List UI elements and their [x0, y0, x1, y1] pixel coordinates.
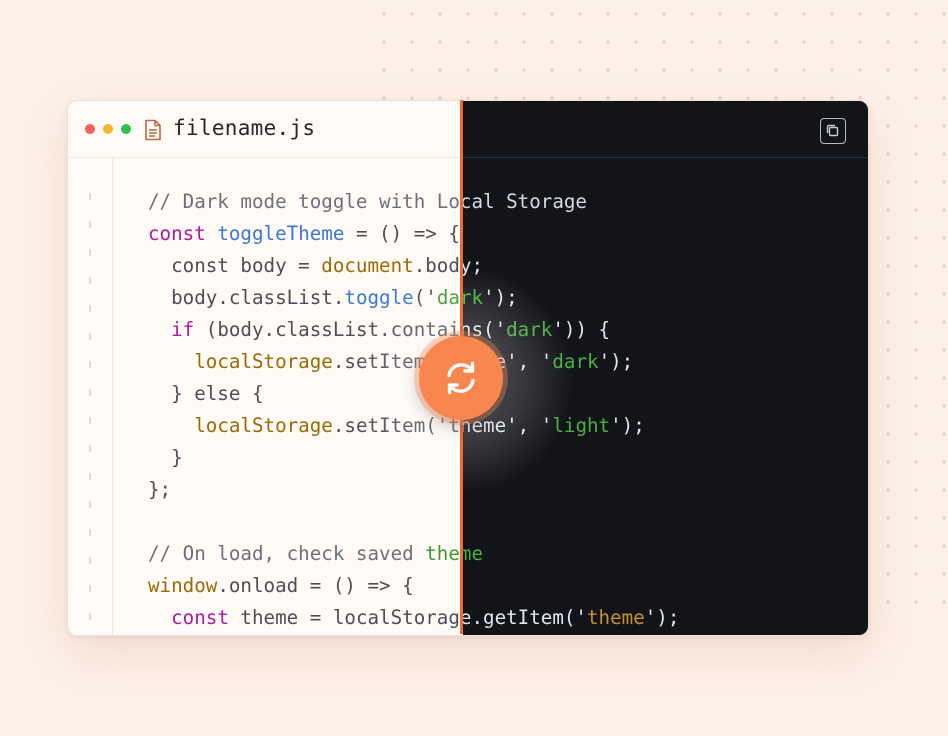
- code-token: const: [148, 222, 206, 245]
- code-line: } else {: [148, 382, 264, 405]
- code-token: toggleTheme: [217, 222, 345, 245]
- minimize-window-dot[interactable]: [103, 124, 113, 134]
- code-token: theme: [425, 542, 463, 565]
- code-line: }: [148, 446, 183, 469]
- code-line: const body = document.body;: [148, 254, 463, 277]
- code-token: dark: [552, 350, 599, 373]
- gutter-mark: [89, 221, 91, 228]
- code-token: localStorage: [194, 350, 333, 373]
- code-line: // Dark mode toggle with Local Storage: [463, 190, 587, 213]
- code-token: dark: [506, 318, 553, 341]
- gutter-mark: [89, 417, 91, 424]
- code-token: window: [148, 574, 218, 597]
- code-block-dark: // Dark mode toggle with Local Storage c…: [463, 186, 679, 634]
- code-line: const body = document.body;: [463, 254, 483, 277]
- code-line: };: [148, 478, 171, 501]
- window-titlebar: filename.js: [68, 101, 463, 158]
- code-token: = () => {: [344, 222, 460, 245]
- code-line: body.classList.toggle('dark');: [148, 286, 463, 309]
- file-icon: [144, 119, 162, 141]
- code-token: const body =: [148, 254, 322, 277]
- code-line: if (body.classList.contains('dark')) {: [463, 318, 610, 341]
- code-token: // Dark mode toggle with Local Storage: [463, 190, 587, 213]
- gutter-mark: [89, 529, 91, 536]
- code-token: ');: [644, 606, 680, 629]
- gutter-mark: [89, 585, 91, 592]
- code-line: const theme = localStorage.getItem('them…: [463, 606, 679, 629]
- code-token: } else {: [148, 382, 264, 405]
- code-token: ');: [598, 350, 634, 373]
- code-line: const theme = localStorage.getItem('them…: [148, 606, 463, 629]
- gutter-mark: [89, 277, 91, 284]
- code-token: };: [148, 478, 172, 501]
- code-token: light: [552, 414, 611, 437]
- code-token: body.classList.: [148, 286, 345, 309]
- code-token: ');: [483, 286, 518, 309]
- line-gutter: [68, 158, 113, 635]
- code-token: (': [413, 286, 437, 309]
- code-token: const: [171, 606, 229, 629]
- gutter-mark: [89, 333, 91, 340]
- gutter-mark: [89, 389, 91, 396]
- dark-theme-pane: // Dark mode toggle with Local Storage c…: [463, 101, 868, 635]
- gutter-mark: [89, 249, 91, 256]
- code-block: // Dark mode toggle with Local Storage c…: [148, 186, 463, 634]
- gutter-mark: [89, 305, 91, 312]
- light-pane-content: filename.js // Dark mode toggle with Lo c…: [68, 101, 463, 635]
- light-theme-pane: filename.js // Dark mode toggle with Lo c…: [68, 101, 463, 635]
- code-token: }: [148, 446, 183, 469]
- code-token: theme = localStorage.getItem(': [463, 606, 587, 629]
- code-line: // On load, check saved theme: [463, 542, 483, 565]
- code-token: ');: [610, 414, 645, 437]
- code-line: if (body.classList.contains('dark')) {: [148, 318, 463, 341]
- code-token: theme: [586, 606, 645, 629]
- file-name: filename.js: [173, 116, 316, 140]
- code-token: // On load, check saved: [148, 542, 426, 565]
- code-token: .setItem('theme', ': [332, 414, 463, 437]
- gutter-mark: [89, 473, 91, 480]
- code-token: .onload = () => {: [217, 574, 414, 597]
- gutter-mark: [89, 501, 91, 508]
- code-line: // Dark mode toggle with Local Storage: [148, 190, 463, 213]
- gutter-mark: [89, 613, 91, 620]
- code-token: toggle: [344, 286, 414, 309]
- code-line: localStorage.setItem('theme', 'light');: [463, 414, 645, 437]
- gutter-mark: [89, 193, 91, 200]
- gutter-mark: [89, 361, 91, 368]
- code-token: ')) {: [552, 318, 611, 341]
- dark-pane-content: // Dark mode toggle with Local Storage c…: [463, 101, 868, 635]
- code-token: dark: [463, 286, 484, 309]
- code-token: localStorage: [194, 414, 333, 437]
- code-token: // Dark mode toggle with Local Storage: [148, 190, 463, 213]
- code-line: window.onload = () => {: [148, 574, 414, 597]
- code-token: theme = localStorage.getItem(': [240, 606, 463, 629]
- code-token: theme: [463, 542, 484, 565]
- maximize-window-dot[interactable]: [121, 124, 131, 134]
- gutter-mark: [89, 445, 91, 452]
- code-token: (body.classList.contains(': [205, 318, 463, 341]
- code-token: document: [321, 254, 414, 277]
- code-token: if: [171, 318, 195, 341]
- refresh-icon: [447, 361, 475, 395]
- window-titlebar-dark: [463, 101, 868, 158]
- copy-icon: [826, 124, 839, 137]
- theme-toggle-button[interactable]: [419, 336, 503, 420]
- code-token: .setItem('theme', ': [463, 414, 553, 437]
- code-line: const toggleTheme = () => {: [148, 222, 460, 245]
- close-window-dot[interactable]: [85, 124, 95, 134]
- code-token: .body;: [413, 254, 463, 277]
- copy-button[interactable]: [820, 118, 846, 144]
- code-line: localStorage.setItem('theme', 'dark');: [148, 350, 463, 373]
- code-token: .body;: [463, 254, 484, 277]
- code-line: localStorage.setItem('theme', 'light');: [148, 414, 463, 437]
- code-line: // On load, check saved theme: [148, 542, 463, 565]
- gutter-mark: [89, 557, 91, 564]
- code-line: body.classList.toggle('dark');: [463, 286, 518, 309]
